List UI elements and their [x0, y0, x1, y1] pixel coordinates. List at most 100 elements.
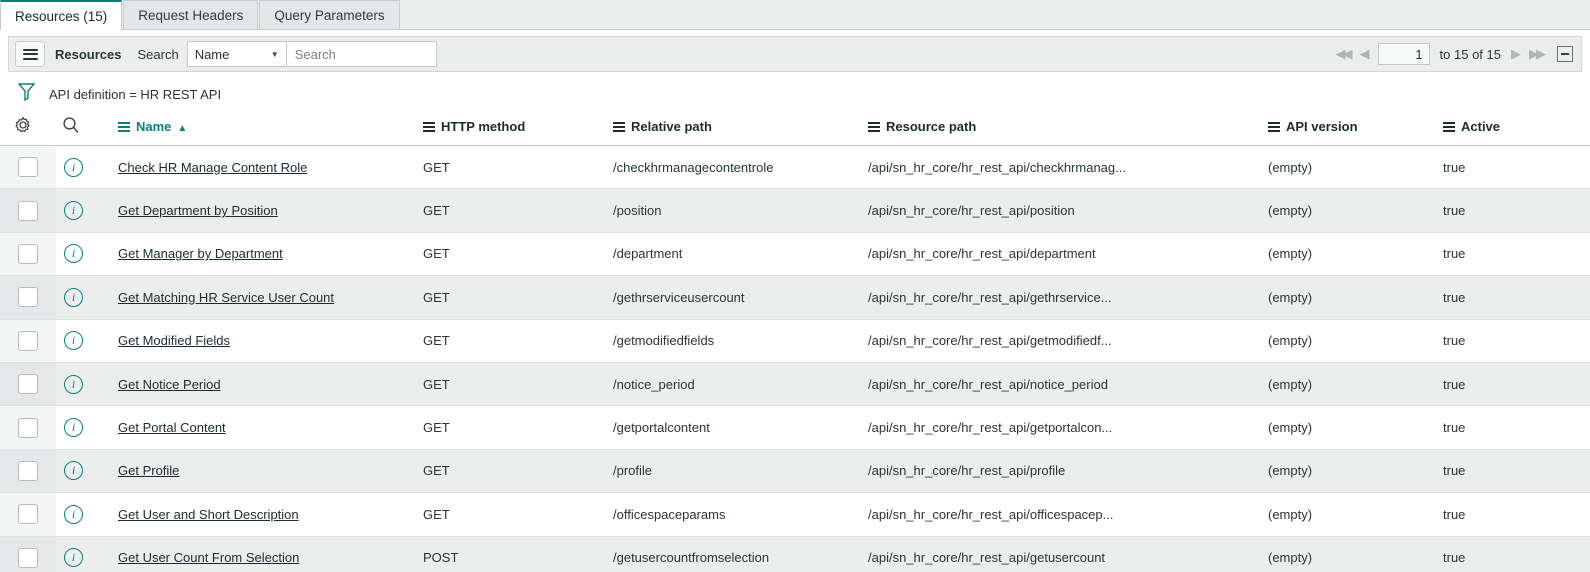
cell-api-version-text: (empty) [1268, 376, 1313, 392]
info-icon[interactable]: i [64, 331, 83, 351]
funnel-icon[interactable] [17, 82, 36, 106]
cell-api-version-text: (empty) [1268, 463, 1313, 479]
row-checkbox[interactable] [18, 417, 38, 438]
record-link[interactable]: Get Notice Period [118, 377, 221, 392]
left-arrow-icon[interactable]: ◀ [1360, 46, 1370, 62]
info-icon[interactable]: i [64, 461, 83, 481]
row-checkbox[interactable] [18, 547, 38, 568]
row-select-cell [0, 188, 56, 233]
cell-api-version-text: (empty) [1268, 289, 1313, 305]
cell-http-method: GET [423, 319, 613, 363]
info-icon[interactable]: i [64, 157, 83, 177]
row-info-cell: i [56, 405, 118, 450]
table-header: Name ▲ HTTP method Relative path Resource… [0, 110, 1590, 146]
filter-breadcrumb: API definition = HR REST API [0, 78, 1590, 110]
table-row[interactable]: i Get User and Short Description GET/offic… [0, 492, 1590, 537]
row-select-cell [0, 536, 56, 572]
table-row[interactable]: i Check HR Manage Content Role GET/checkhr… [0, 145, 1590, 190]
cell-resource-path: /api/sn_hr_core/hr_rest_api/gethrservice… [868, 275, 1268, 320]
row-info-cell: i [56, 362, 118, 407]
column-header-resource-path[interactable]: Resource path [868, 110, 1268, 146]
table-row[interactable]: i Get Notice Period GET/notice_period/api/… [0, 362, 1590, 407]
column-menu-icon[interactable] [613, 120, 625, 134]
row-checkbox[interactable] [18, 330, 38, 351]
cell-api-version-text: (empty) [1268, 506, 1313, 522]
row-info-cell: i [56, 188, 118, 233]
table-row[interactable]: i Get Modified Fields GET/getmodifiedfield… [0, 319, 1590, 363]
cell-resource-path: /api/sn_hr_core/hr_rest_api/checkhrmanag… [868, 145, 1268, 190]
record-link[interactable]: Get Matching HR Service User Count [118, 290, 334, 305]
search-field-select[interactable]: Name ▼ [186, 41, 287, 67]
column-menu-icon[interactable] [118, 120, 130, 134]
search-input[interactable] [286, 41, 437, 67]
tab-bar: Resources (15) Request Headers Query Par… [0, 0, 1590, 30]
tab-resources[interactable]: Resources (15) [0, 0, 123, 30]
table-row[interactable]: i Get Profile GET/profile/api/sn_hr_core/h… [0, 449, 1590, 494]
minimize-icon[interactable] [1557, 46, 1573, 62]
column-menu-icon[interactable] [1268, 120, 1280, 134]
row-checkbox[interactable] [18, 504, 38, 525]
record-link[interactable]: Get Department by Position [118, 203, 278, 218]
column-header-name[interactable]: Name ▲ [118, 110, 423, 146]
tab-request-headers[interactable]: Request Headers [123, 0, 259, 29]
magnifier-icon[interactable] [62, 116, 80, 137]
row-checkbox[interactable] [18, 200, 38, 221]
gear-icon[interactable] [14, 116, 32, 137]
column-header-api-version[interactable]: API version [1268, 110, 1443, 146]
cell-relative-path-text: /notice_period [613, 376, 695, 392]
column-menu-icon[interactable] [868, 120, 880, 134]
info-icon[interactable]: i [64, 244, 83, 264]
cell-relative-path-text: /getmodifiedfields [613, 333, 715, 349]
row-checkbox[interactable] [18, 460, 38, 481]
record-link[interactable]: Get Manager by Department [118, 246, 283, 261]
cell-active-text: true [1443, 550, 1466, 566]
info-icon[interactable]: i [64, 418, 83, 438]
record-link[interactable]: Get User Count From Selection [118, 550, 299, 565]
row-checkbox[interactable] [18, 287, 38, 308]
row-checkbox[interactable] [18, 243, 38, 264]
info-icon[interactable]: i [64, 287, 83, 307]
search-field-value: Name [194, 46, 230, 62]
page-number-input[interactable] [1377, 43, 1430, 65]
cell-active: true [1443, 362, 1590, 407]
record-link[interactable]: Get User and Short Description [118, 507, 299, 522]
record-link[interactable]: Check HR Manage Content Role [118, 160, 307, 175]
cell-active-text: true [1443, 203, 1466, 219]
double-left-arrow-icon[interactable]: ◀◀ [1336, 46, 1353, 62]
table-row[interactable]: i Get User Count From Selection POST/getus… [0, 536, 1590, 572]
table-row[interactable]: i Get Matching HR Service User Count GET/g… [0, 275, 1590, 320]
row-info-cell: i [56, 449, 118, 494]
cell-http-method: GET [423, 145, 613, 190]
table-row[interactable]: i Get Manager by Department GET/department… [0, 232, 1590, 277]
cell-active-text: true [1443, 420, 1466, 436]
column-header-http-method[interactable]: HTTP method [423, 110, 613, 146]
cell-active: true [1443, 405, 1590, 450]
row-checkbox[interactable] [18, 374, 38, 395]
record-link[interactable]: Get Portal Content [118, 420, 226, 435]
record-link[interactable]: Get Profile [118, 463, 179, 478]
column-header-active[interactable]: Active [1443, 110, 1590, 146]
column-header-relative-path[interactable]: Relative path [613, 110, 868, 146]
info-icon[interactable]: i [64, 201, 83, 221]
cell-api-version-text: (empty) [1268, 159, 1313, 175]
cell-relative-path-text: /profile [613, 463, 653, 479]
info-icon[interactable]: i [64, 504, 83, 524]
table-row[interactable]: i Get Portal Content GET/getportalcontent /… [0, 405, 1590, 450]
cell-relative-path: /position [613, 188, 868, 233]
record-link[interactable]: Get Modified Fields [118, 333, 230, 348]
cell-relative-path: /getmodifiedfields [613, 319, 868, 363]
right-arrow-icon[interactable]: ▶ [1511, 46, 1521, 62]
column-menu-icon[interactable] [1443, 120, 1455, 134]
row-checkbox[interactable] [18, 157, 38, 178]
cell-resource-path: /api/sn_hr_core/hr_rest_api/getportalcon… [868, 405, 1268, 450]
row-select-cell [0, 232, 56, 277]
cell-relative-path: /getusercountfromselection [613, 536, 868, 572]
hamburger-icon[interactable] [15, 41, 45, 67]
column-menu-icon[interactable] [423, 120, 435, 134]
info-icon[interactable]: i [64, 548, 83, 568]
tab-query-parameters[interactable]: Query Parameters [259, 0, 400, 29]
table-row[interactable]: i Get Department by Position GET/position /… [0, 188, 1590, 233]
cell-name: Get Department by Position [118, 188, 423, 233]
double-right-arrow-icon[interactable]: ▶▶ [1529, 46, 1546, 62]
info-icon[interactable]: i [64, 374, 83, 394]
